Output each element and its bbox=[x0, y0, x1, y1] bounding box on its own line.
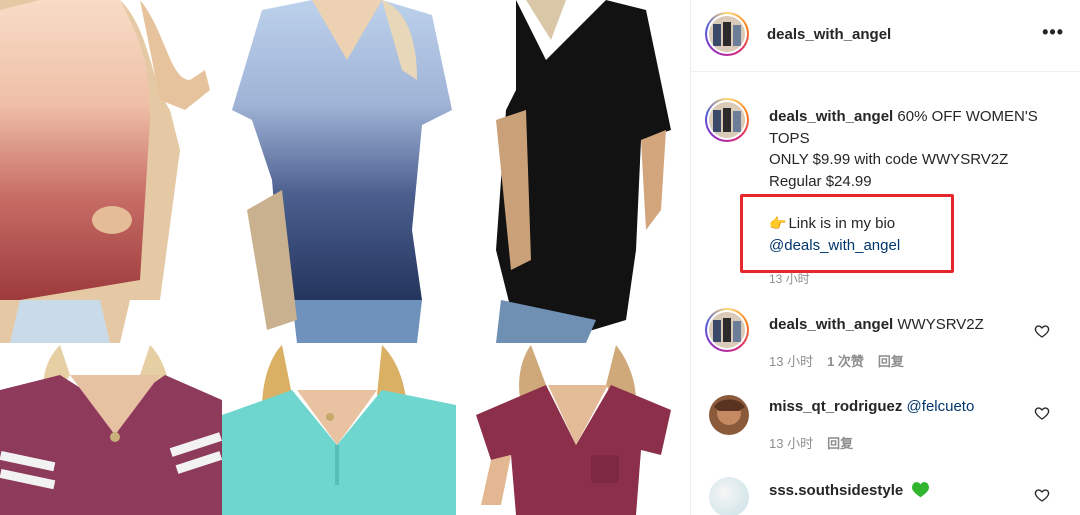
comment-avatar[interactable] bbox=[705, 308, 749, 352]
heart-icon[interactable] bbox=[1034, 487, 1050, 503]
comment-text: sss.southsidestyle bbox=[769, 481, 930, 499]
comment-text: deals_with_angel WWYSRV2Z bbox=[769, 316, 984, 333]
comment-username[interactable]: miss_qt_rodriguez bbox=[769, 398, 902, 415]
comment-time: 13 小时 bbox=[769, 436, 814, 451]
comment-body: WWYSRV2Z bbox=[893, 316, 984, 333]
comment-text: miss_qt_rodriguez @felcueto bbox=[769, 398, 974, 415]
author-username[interactable]: deals_with_angel bbox=[767, 26, 891, 43]
highlight-annotation-box bbox=[740, 194, 954, 273]
caption-line-3: ONLY $9.99 with code WWYSRV2Z bbox=[769, 151, 1009, 168]
caption-author-avatar[interactable] bbox=[705, 98, 749, 142]
caption-line-4: Regular $24.99 bbox=[769, 172, 872, 190]
comment-meta: 13 小时 回复 bbox=[769, 433, 867, 452]
post-side-panel: deals_with_angel ••• deals_with_angel 60… bbox=[691, 0, 1080, 515]
product-image-aqua-henley-tee bbox=[222, 345, 456, 515]
product-image-black-tee bbox=[456, 0, 690, 343]
caption-username[interactable]: deals_with_angel bbox=[769, 108, 893, 125]
comment-username[interactable]: sss.southsidestyle bbox=[769, 482, 903, 499]
comment-meta: 13 小时 1 次赞 回复 bbox=[769, 351, 918, 370]
comment-avatar[interactable] bbox=[709, 395, 749, 435]
comment-avatar[interactable] bbox=[709, 477, 749, 515]
product-image-plum-striped-tee bbox=[0, 345, 222, 515]
comment-time: 13 小时 bbox=[769, 354, 814, 369]
product-image-wine-pocket-tee bbox=[456, 345, 690, 515]
product-image-peach-ombre-tee bbox=[0, 0, 222, 343]
more-options-icon[interactable]: ••• bbox=[1042, 22, 1064, 43]
heart-icon[interactable] bbox=[1034, 323, 1050, 339]
comment-likes[interactable]: 1 次赞 bbox=[827, 354, 864, 369]
green-heart-icon bbox=[912, 482, 930, 498]
caption-timestamp: 13 小时 bbox=[769, 272, 810, 286]
reply-button[interactable]: 回复 bbox=[827, 436, 853, 451]
author-avatar[interactable] bbox=[705, 12, 749, 56]
heart-icon[interactable] bbox=[1034, 405, 1050, 421]
post-media-collage[interactable] bbox=[0, 0, 690, 515]
comment-mention-link[interactable]: @felcueto bbox=[907, 398, 975, 415]
product-image-blue-ombre-tee bbox=[222, 0, 456, 343]
reply-button[interactable]: 回复 bbox=[878, 354, 904, 369]
comment-username[interactable]: deals_with_angel bbox=[769, 316, 893, 333]
caption-line-2: TOPS bbox=[769, 129, 810, 147]
caption-line-1: 60% OFF WOMEN'S bbox=[893, 108, 1038, 125]
post-header: deals_with_angel ••• bbox=[691, 0, 1080, 72]
